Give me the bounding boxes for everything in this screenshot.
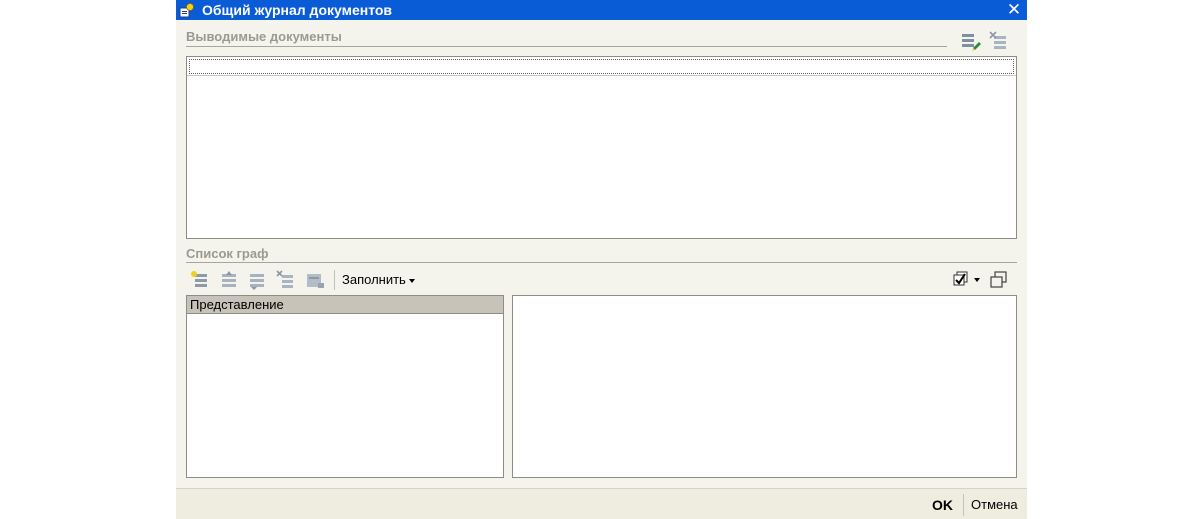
ok-button[interactable]: OK (932, 496, 953, 514)
documents-section-label: Выводимые документы (186, 29, 342, 44)
add-document-icon[interactable] (960, 30, 982, 52)
cancel-button[interactable]: Отмена (971, 496, 1018, 514)
check-menu-chevron-icon[interactable] (973, 277, 981, 283)
fill-button-label: Заполнить (342, 272, 406, 287)
delete-column-icon[interactable] (275, 269, 297, 291)
close-button[interactable]: ✕ (1005, 1, 1023, 19)
move-up-icon[interactable] (218, 269, 240, 291)
list-row-separator (187, 75, 1016, 76)
column-properties-icon[interactable] (304, 269, 326, 291)
remove-document-icon[interactable] (988, 30, 1010, 52)
close-icon[interactable]: ✕ (1007, 0, 1021, 19)
documents-list[interactable] (186, 56, 1017, 239)
move-down-icon[interactable] (246, 269, 268, 291)
documents-section-divider (186, 46, 947, 47)
dialog-button-bar (176, 488, 1027, 519)
check-all-icon[interactable] (951, 269, 973, 291)
focused-list-row[interactable] (189, 59, 1014, 74)
columns-section-divider (186, 262, 1017, 263)
chevron-down-icon (408, 278, 415, 283)
column-details-panel[interactable] (512, 295, 1017, 478)
add-column-icon[interactable] (189, 269, 211, 291)
column-header-presentation[interactable]: Представление (187, 296, 503, 314)
title-bar[interactable]: Общий журнал документов ✕ (176, 0, 1027, 20)
restore-window-icon[interactable] (988, 269, 1010, 291)
columns-section-label: Список граф (186, 246, 269, 261)
window-title: Общий журнал документов (202, 2, 393, 18)
dialog-window: Общий журнал документов ✕ Выводимые доку… (176, 0, 1027, 519)
columns-list[interactable]: Представление (186, 295, 504, 478)
toolbar-separator (334, 270, 335, 290)
app-icon (179, 3, 194, 18)
button-separator (963, 494, 964, 516)
fill-dropdown-button[interactable]: Заполнить (342, 270, 415, 290)
